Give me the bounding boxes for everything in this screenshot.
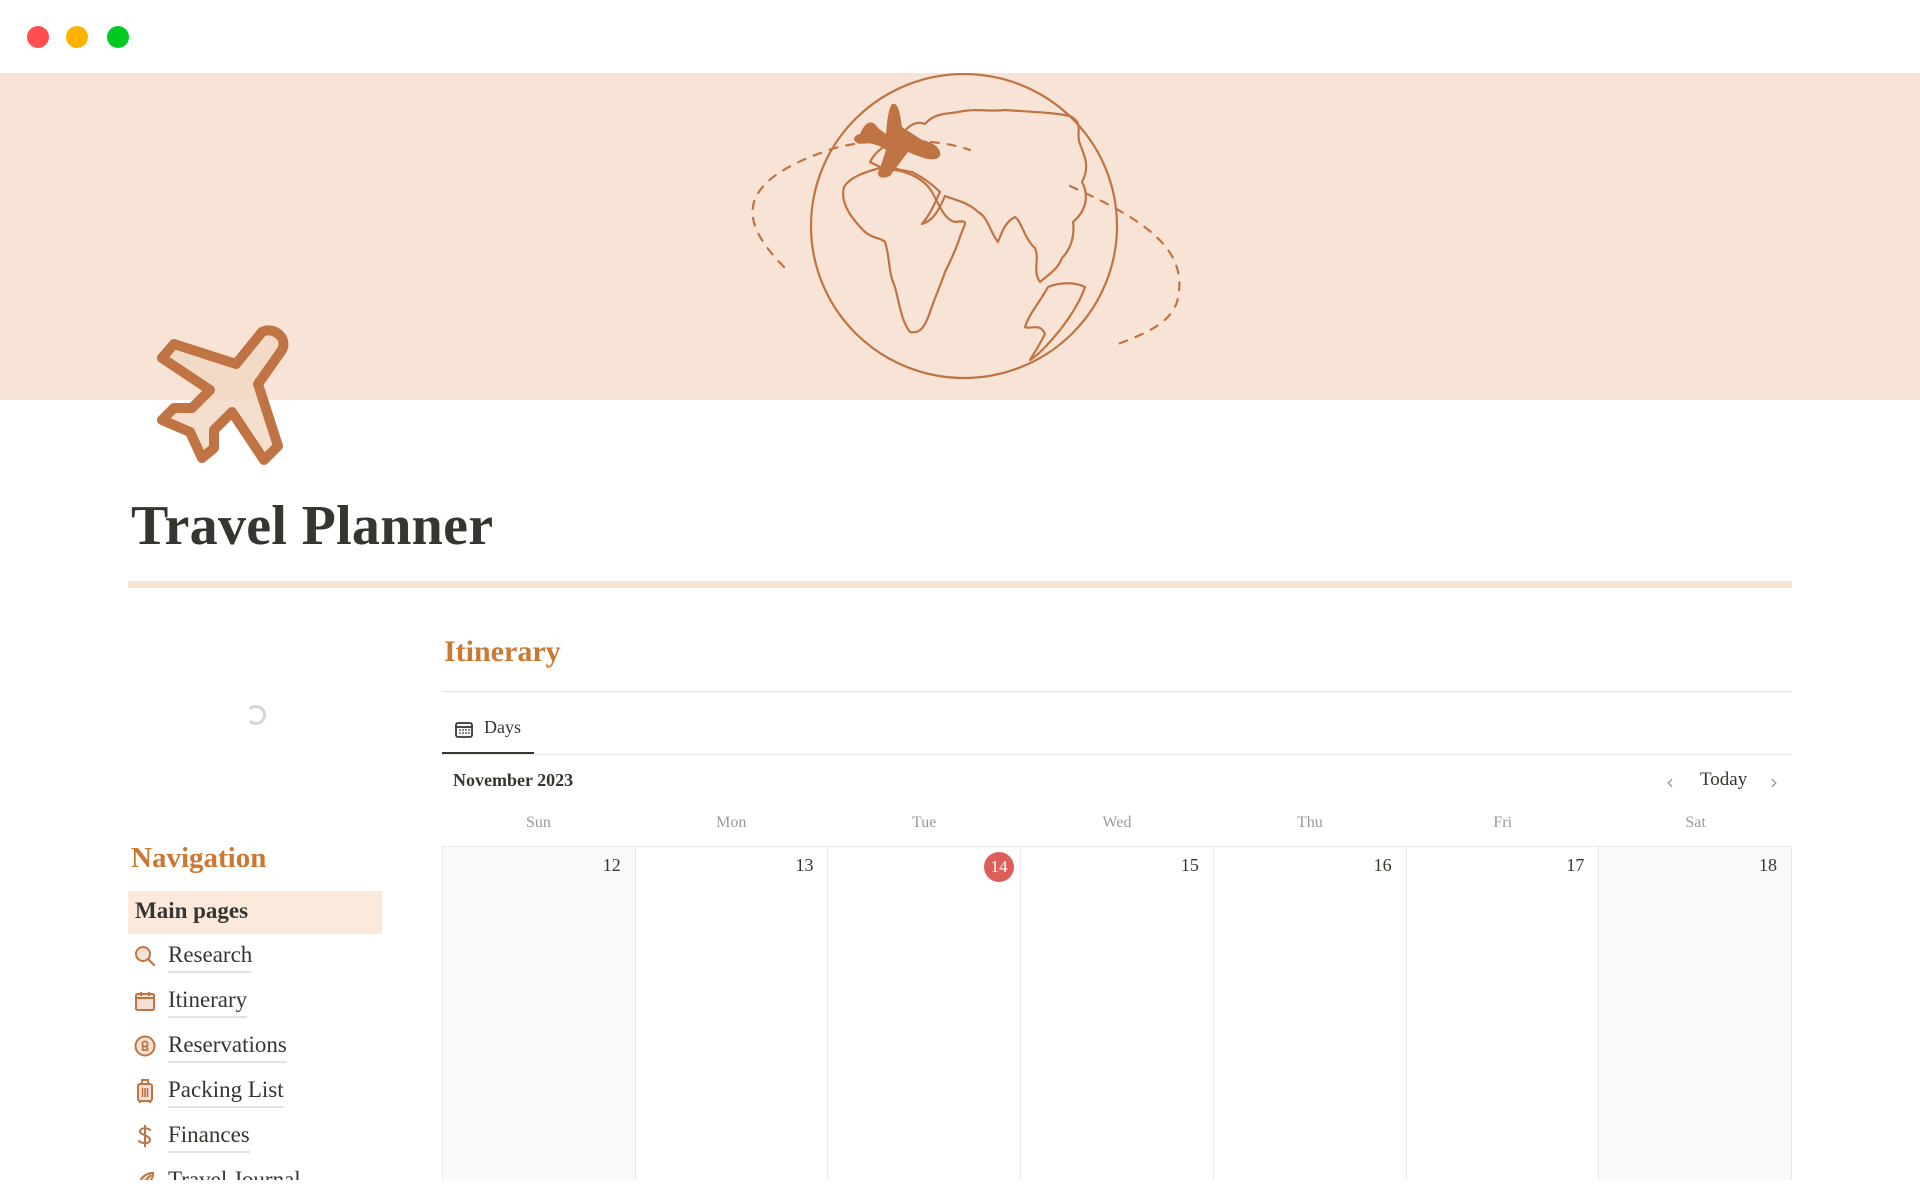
day-number: 17 [1566, 855, 1585, 875]
weekday-label: Mon [716, 814, 747, 831]
main-pages-callout: Main pages [128, 891, 382, 934]
calendar-icon [454, 720, 474, 740]
calendar-month-label: November 2023 [453, 770, 574, 790]
window-titlebar [0, 0, 1920, 73]
nav-item-finances[interactable]: Finances [132, 1116, 250, 1156]
chevron-left-icon[interactable]: ‹ [1666, 770, 1674, 794]
tab-bar-divider [442, 754, 1792, 755]
page-title: Travel Planner [131, 495, 494, 557]
weekday-label: Sat [1685, 814, 1706, 831]
luggage-icon [132, 1078, 158, 1104]
navigation-heading: Navigation [131, 842, 267, 874]
calendar-week-grid: 12 13 14 15 16 17 18 [442, 846, 1793, 1200]
nav-item-label: Research [168, 940, 253, 973]
weekday-label: Thu [1296, 814, 1323, 831]
calendar-day-cell[interactable]: 16 [1213, 847, 1407, 1200]
page-icon[interactable] [150, 318, 298, 466]
title-divider [128, 581, 1792, 588]
calendar-day-cell[interactable]: 17 [1406, 847, 1600, 1200]
day-number: 18 [1759, 855, 1778, 875]
weekday-label: Fri [1493, 814, 1513, 831]
day-number: 13 [795, 855, 814, 875]
dollar-icon [132, 1123, 158, 1149]
nav-item-label: Reservations [168, 1030, 287, 1063]
calendar-day-cell-today[interactable]: 14 [828, 847, 1022, 1200]
weekday-label: Sun [525, 814, 551, 831]
weekday-label: Tue [911, 814, 937, 831]
keyhole-icon [132, 1033, 158, 1059]
calendar-icon [132, 988, 158, 1014]
nav-item-label: Packing List [168, 1075, 284, 1108]
day-number: 16 [1373, 855, 1392, 875]
maximize-window-button[interactable] [107, 26, 129, 48]
today-day-number: 14 [984, 852, 1015, 882]
chevron-right-icon[interactable]: › [1770, 770, 1778, 794]
weekday-header: Sun Mon Tue Wed Thu Fri Sat [442, 814, 1792, 838]
flight-path-back [1068, 184, 1181, 346]
nav-item-reservations[interactable]: Reservations [132, 1026, 287, 1066]
tab-days[interactable]: Days [442, 712, 534, 754]
day-number: 15 [1180, 855, 1199, 875]
airplane-icon [157, 325, 289, 465]
viewport-bottom-edge [0, 1180, 1920, 1200]
airplane-icon [854, 103, 941, 178]
calendar-day-cell[interactable]: 12 [443, 847, 636, 1200]
nav-item-packing-list[interactable]: Packing List [132, 1071, 284, 1111]
nav-item-research[interactable]: Research [132, 936, 253, 976]
nav-item-itinerary[interactable]: Itinerary [132, 981, 248, 1021]
loading-spinner-icon [246, 705, 266, 725]
calendar-day-cell[interactable]: 15 [1021, 847, 1214, 1200]
calendar-day-cell[interactable]: 13 [635, 847, 829, 1200]
close-window-button[interactable] [27, 26, 49, 48]
tab-label: Days [484, 717, 521, 737]
main-pages-label: Main pages [135, 898, 249, 923]
globe-illustration [751, 73, 1181, 380]
africa-outline [842, 166, 967, 334]
magnifier-icon [132, 943, 158, 969]
itinerary-heading: Itinerary [444, 635, 561, 668]
day-number: 12 [602, 855, 621, 875]
nav-item-label: Itinerary [168, 985, 248, 1018]
calendar-day-cell[interactable]: 18 [1599, 847, 1793, 1200]
heading-divider [442, 691, 1792, 692]
minimize-window-button[interactable] [66, 26, 88, 48]
nav-item-label: Finances [168, 1120, 250, 1153]
today-button[interactable]: Today [1700, 769, 1747, 791]
weekday-label: Wed [1102, 814, 1132, 831]
